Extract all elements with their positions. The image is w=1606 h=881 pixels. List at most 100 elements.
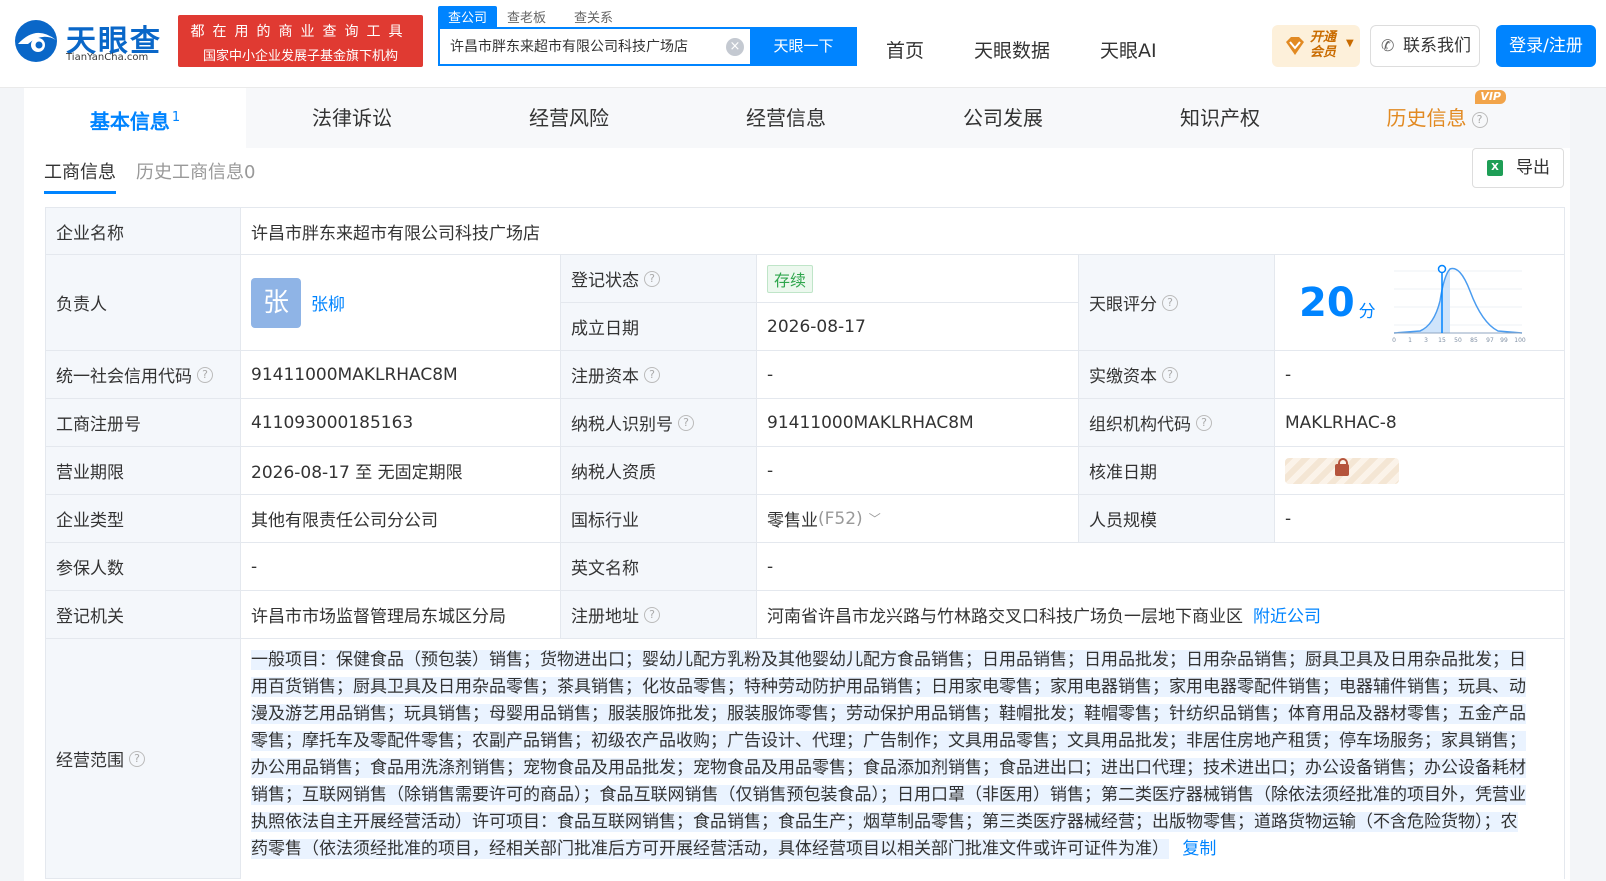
score-tick-0: 0 [1392,337,1396,344]
org-code-label-text: 组织机构代码 [1089,415,1191,435]
staff-value: - [1275,495,1565,543]
help-icon[interactable]: ? [644,606,660,623]
search-tab-relation[interactable]: 查关系 [574,7,613,26]
authority-value: 许昌市市场监督管理局东城区分局 [241,591,561,639]
tab-ip[interactable]: 知识产权 [1109,88,1331,148]
caret-down-icon: ▼ [1346,38,1354,49]
legal-person-link[interactable]: 张柳 [311,290,345,315]
reg-status-label: 登记状态? [561,255,757,303]
help-icon[interactable]: ? [644,366,660,383]
subtab-history-business-info[interactable]: 历史工商信息0 [136,158,255,184]
search-tab-boss[interactable]: 查老板 [507,7,546,26]
copy-link[interactable]: 复制 [1182,839,1216,859]
promo-banner[interactable]: 都在用的商业查询工具 国家中小企业发展子基金旗下机构 [178,15,423,67]
term-value: 2026-08-17 至 无固定期限 [241,447,561,495]
vip-button[interactable]: 开通 会员 ▼ [1272,25,1360,67]
scope-label: 经营范围? [45,639,241,879]
logo[interactable]: 天眼查 TianYanCha.com [12,16,168,66]
avatar[interactable]: 张 [251,277,301,328]
score-cell[interactable]: 20 分 0 1 3 15 50 85 97 99 100 [1275,255,1565,351]
status-badge: 存续 [767,264,814,293]
credit-code-label-text: 统一社会信用代码 [56,367,192,387]
credit-code-value: 91411000MAKLRHAC8M [241,351,561,399]
tab-legal[interactable]: 法律诉讼 [241,88,463,148]
logo-subtext: TianYanCha.com [66,52,149,63]
address-cell: 河南省许昌市龙兴路与竹林路交叉口科技广场负一层地下商业区 附近公司 [757,591,1565,639]
vip-tag: VIP [1475,90,1506,104]
industry-value: 零售业 [767,511,818,531]
en-name-value: - [757,543,1565,591]
tab-basic-info[interactable]: 基本信息 1 [24,88,246,148]
business-info-table: 企业名称 许昌市胖东来超市有限公司科技广场店 负责人 张 张柳 登记状态? 存续… [45,207,1565,879]
search-button[interactable]: 天眼一下 [750,27,857,66]
score-tick-4: 50 [1454,337,1462,344]
reg-capital-label: 注册资本? [561,351,757,399]
term-label: 营业期限 [45,447,241,495]
authority-label: 登记机关 [45,591,241,639]
legal-person-cell: 张 张柳 [241,255,561,351]
main-tabs: 基本信息 1 法律诉讼 经营风险 经营信息 公司发展 知识产权 历史信息? VIP [24,88,1570,148]
chevron-down-icon: ﹀ [868,512,881,526]
contact-label: 联系我们 [1403,36,1471,56]
score-distribution-chart: 0 1 3 15 50 85 97 99 100 [1389,260,1526,345]
tab-risk[interactable]: 经营风险 [458,88,680,148]
industry-label: 国标行业 [561,495,757,543]
tab-basic-info-label: 基本信息 [89,109,170,134]
search-box: × [438,27,750,66]
tab-development[interactable]: 公司发展 [892,88,1114,148]
tab-history[interactable]: 历史信息? VIP [1326,88,1548,148]
tax-id-value: 91411000MAKLRHAC8M [757,399,1079,447]
help-icon[interactable]: ? [197,366,213,383]
tax-id-label: 纳税人识别号? [561,399,757,447]
scope-cell: 一般项目：保健食品（预包装）销售；货物进出口；婴幼儿配方乳粉及其他婴幼儿配方食品… [241,639,1565,879]
phone-icon: ✆ [1381,36,1395,55]
org-code-label: 组织机构代码? [1079,399,1275,447]
contact-button[interactable]: ✆ 联系我们 [1370,25,1480,67]
locked-field[interactable] [1285,457,1399,484]
help-icon[interactable]: ? [1162,294,1178,311]
staff-label: 人员规模 [1079,495,1275,543]
type-label: 企业类型 [45,495,241,543]
vip-label-line-1: 开通 [1310,30,1337,45]
help-icon[interactable]: ? [129,750,145,767]
reg-capital-value: - [757,351,1079,399]
score-label: 天眼评分? [1079,255,1275,351]
help-icon[interactable]: ? [644,270,660,287]
export-label: 导出 [1516,158,1550,178]
industry-cell[interactable]: 零售业 (F52) ﹀ [757,495,1079,543]
scope-text-wrap: 一般项目：保健食品（预包装）销售；货物进出口；婴幼儿配方乳粉及其他婴幼儿配方食品… [251,647,1526,863]
reg-status-label-text: 登记状态 [571,271,639,291]
content-panel: 工商信息 历史工商信息0 X 导出 企业名称 许昌市胖东来超市有限公司科技广场店… [24,148,1570,881]
export-button[interactable]: X 导出 [1472,148,1564,188]
clear-icon[interactable]: × [726,38,744,56]
taxpayer-value: - [757,447,1079,495]
nav-ai[interactable]: 天眼AI [1100,36,1157,63]
tab-operation[interactable]: 经营信息 [675,88,897,148]
help-icon[interactable]: ? [678,414,694,431]
score-tick-2: 3 [1424,337,1428,344]
nearby-companies-link[interactable]: 附近公司 [1253,602,1321,627]
score-tick-6: 97 [1486,337,1494,344]
score-label-text: 天眼评分 [1089,295,1157,315]
reg-no-value: 411093000185163 [241,399,561,447]
top-header: 天眼查 TianYanCha.com 都在用的商业查询工具 国家中小企业发展子基… [0,0,1606,88]
help-icon[interactable]: ? [1471,111,1488,128]
address-label: 注册地址? [561,591,757,639]
reg-capital-label-text: 注册资本 [571,367,639,387]
promo-line-1: 都在用的商业查询工具 [190,24,411,40]
score-tick-7: 99 [1500,337,1508,344]
search-input[interactable] [450,38,720,54]
scope-label-text: 经营范围 [56,751,124,771]
search-tab-company[interactable]: 查公司 [438,6,498,27]
est-date-label: 成立日期 [561,303,757,351]
help-icon[interactable]: ? [1196,414,1212,431]
address-label-text: 注册地址 [571,607,639,627]
help-icon[interactable]: ? [1162,366,1178,383]
nav-home[interactable]: 首页 [886,36,924,63]
nav-data[interactable]: 天眼数据 [974,36,1050,63]
paid-capital-value: - [1275,351,1565,399]
subtab-business-info[interactable]: 工商信息 [44,158,116,194]
login-button[interactable]: 登录/注册 [1496,25,1596,67]
tab-basic-info-count: 1 [171,110,181,125]
paid-capital-label: 实缴资本? [1079,351,1275,399]
